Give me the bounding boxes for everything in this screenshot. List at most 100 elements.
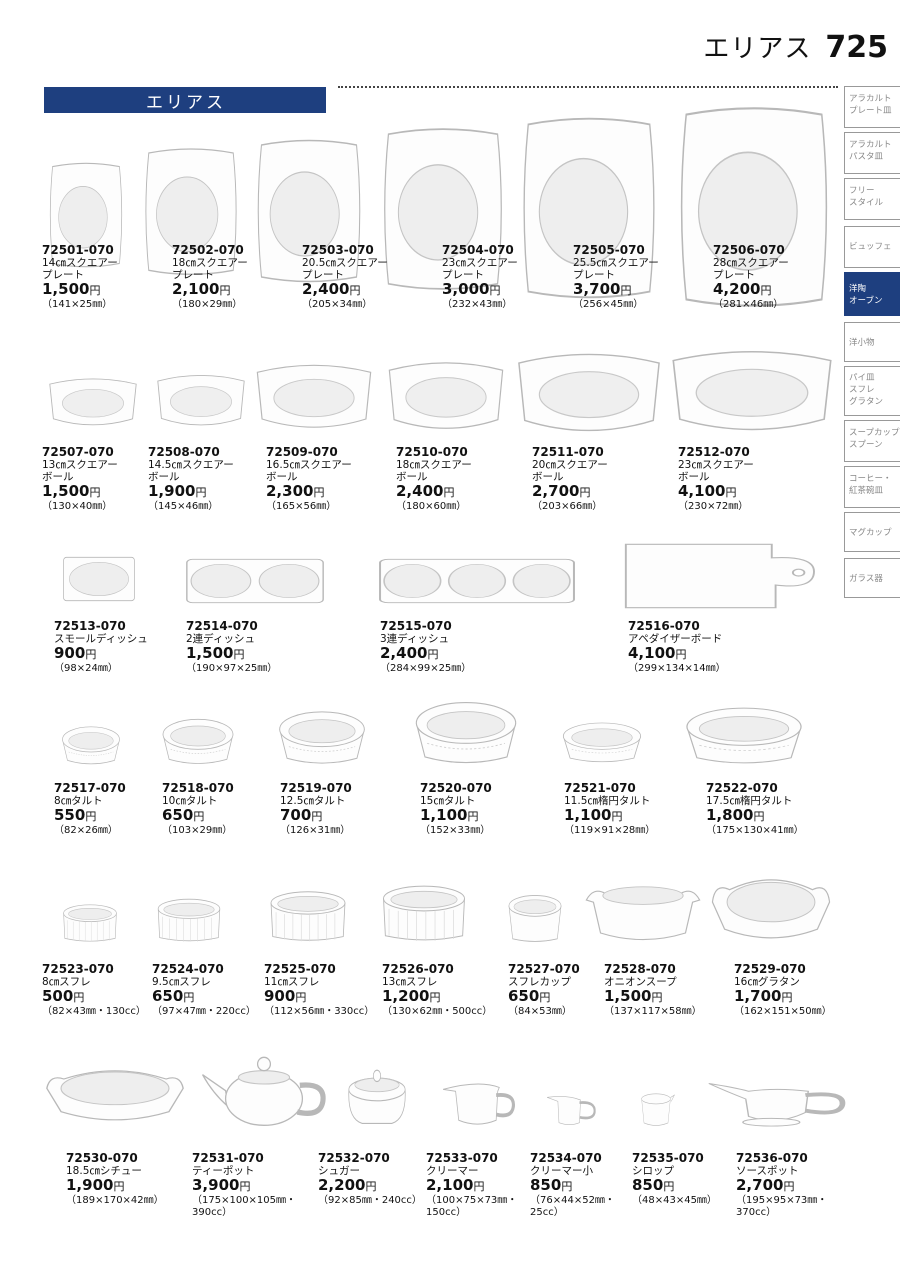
cup-drawing xyxy=(508,895,562,942)
side-tab[interactable]: 洋小物 xyxy=(844,322,900,362)
dish1-drawing xyxy=(63,556,135,602)
plate-drawing xyxy=(680,107,828,307)
price-unit: 円 xyxy=(73,991,85,1004)
price-unit: 円 xyxy=(783,1180,795,1193)
side-tab[interactable]: フリー スタイル xyxy=(844,178,900,220)
price-unit: 円 xyxy=(725,486,737,499)
page-number: 725 xyxy=(825,30,888,65)
price-unit: 円 xyxy=(195,486,207,499)
side-tab-label: コーヒー・ 紅茶碗皿 xyxy=(849,474,892,496)
price-unit: 円 xyxy=(611,810,623,823)
price-unit: 円 xyxy=(473,1180,485,1193)
double-dish-image xyxy=(184,556,326,606)
small-dish-image xyxy=(62,554,136,604)
price-value: 1,100 xyxy=(564,806,612,824)
price-unit: 円 xyxy=(349,284,361,297)
square-plate-image xyxy=(520,113,658,299)
product-code: 72516-070 xyxy=(628,619,700,633)
teapot-image xyxy=(200,1048,328,1128)
product-size: （98×24㎜） xyxy=(54,663,118,674)
side-tab[interactable]: パイ皿 スフレ グラタン xyxy=(844,366,900,416)
product-code: 72511-070 xyxy=(532,445,604,459)
plate-drawing xyxy=(257,139,361,283)
product-price: 1,800円 xyxy=(706,807,856,825)
product-size: （232×43㎜） xyxy=(442,299,513,310)
side-tab-label: マグカップ xyxy=(849,528,892,538)
side-tab[interactable]: アラカルト パスタ皿 xyxy=(844,132,900,174)
product-price: 2,700円 xyxy=(532,483,682,501)
plate-drawing xyxy=(145,148,237,275)
saucepot-drawing xyxy=(708,1083,846,1127)
product-info: 72505-070 25.5㎝スクエアー プレート 3,700円 （256×45… xyxy=(573,244,723,311)
price-value: 700 xyxy=(280,806,312,824)
product-size: （230×72㎜） xyxy=(678,501,749,512)
price-value: 1,500 xyxy=(42,482,90,500)
side-tab[interactable]: マグカップ xyxy=(844,512,900,552)
dotted-divider xyxy=(338,86,838,88)
product-info: 72520-070 15㎝タルト 1,100円 （152×33㎜） xyxy=(420,782,570,837)
square-bowl-image xyxy=(156,368,246,426)
price-value: 4,100 xyxy=(678,482,726,500)
souffle-drawing xyxy=(63,904,117,942)
tart-drawing xyxy=(162,718,234,764)
price-unit: 円 xyxy=(539,991,551,1004)
price-value: 650 xyxy=(508,987,540,1005)
price-value: 3,700 xyxy=(573,280,621,298)
tart-image xyxy=(160,716,236,766)
price-value: 1,100 xyxy=(420,806,468,824)
product-price: 700円 xyxy=(280,807,430,825)
product-price: 3,700円 xyxy=(573,281,723,299)
price-unit: 円 xyxy=(651,991,663,1004)
side-tab[interactable]: コーヒー・ 紅茶碗皿 xyxy=(844,466,900,508)
price-value: 650 xyxy=(152,987,184,1005)
product-price: 4,100円 xyxy=(628,645,778,663)
side-tab[interactable]: ガラス器 xyxy=(844,558,900,598)
sauce-pot-image xyxy=(706,1070,848,1128)
price-unit: 円 xyxy=(311,810,323,823)
price-value: 900 xyxy=(54,644,86,662)
square-bowl-image xyxy=(516,343,662,432)
side-tab[interactable]: スープカップ スプーン xyxy=(844,420,900,462)
tart-drawing xyxy=(562,722,642,763)
price-value: 3,900 xyxy=(192,1176,240,1194)
tart-drawing xyxy=(686,707,802,764)
product-code: 72522-070 xyxy=(706,781,778,795)
onion-drawing xyxy=(585,886,701,941)
product-name: 28㎝スクエアー プレート xyxy=(713,257,789,281)
price-value: 1,500 xyxy=(42,280,90,298)
product-code: 72501-070 xyxy=(42,243,114,257)
product-size: （281×46㎜） xyxy=(713,299,784,310)
product-price: 1,500円 xyxy=(42,281,192,299)
side-tab[interactable]: アラカルト プレート皿 xyxy=(844,86,900,128)
product-price: 2,300円 xyxy=(266,483,416,501)
product-code: 72515-070 xyxy=(380,619,452,633)
price-unit: 円 xyxy=(295,991,307,1004)
tart-image xyxy=(412,698,520,766)
product-info: 72501-070 14㎝スクエアー プレート 1,500円 （141×25㎜） xyxy=(42,244,192,311)
product-name: 18㎝スクエアー ボール xyxy=(396,459,472,483)
product-info: 72521-070 11.5㎝楕円タルト 1,100円 （119×91×28㎜） xyxy=(564,782,714,837)
product-code: 72513-070 xyxy=(54,619,126,633)
price-value: 850 xyxy=(530,1176,562,1194)
square-plate-image xyxy=(381,124,505,290)
product-name: 23㎝スクエアー ボール xyxy=(678,459,754,483)
syrup-drawing xyxy=(641,1093,676,1126)
product-size: （203×66㎜） xyxy=(532,501,603,512)
creamer-image xyxy=(440,1070,518,1128)
series-title: エリアス xyxy=(703,34,812,64)
price-value: 2,400 xyxy=(302,280,350,298)
product-size: （126×31㎜） xyxy=(280,825,351,836)
price-unit: 円 xyxy=(183,991,195,1004)
product-size: （256×45㎜） xyxy=(573,299,644,310)
product-name: 25.5㎝スクエアー プレート xyxy=(573,257,659,281)
product-size: （152×33㎜） xyxy=(420,825,491,836)
product-size: （190×97×25㎜） xyxy=(186,663,278,674)
board-drawing xyxy=(624,543,815,609)
price-value: 2,400 xyxy=(380,644,428,662)
price-unit: 円 xyxy=(85,648,97,661)
product-name: 16.5㎝スクエアー ボール xyxy=(266,459,352,483)
series-banner-title: エリアス xyxy=(146,93,226,113)
product-info: 72506-070 28㎝スクエアー プレート 4,200円 （281×46㎜） xyxy=(713,244,863,311)
square-plate-image xyxy=(677,102,831,307)
product-size: （284×99×25㎜） xyxy=(380,663,472,674)
